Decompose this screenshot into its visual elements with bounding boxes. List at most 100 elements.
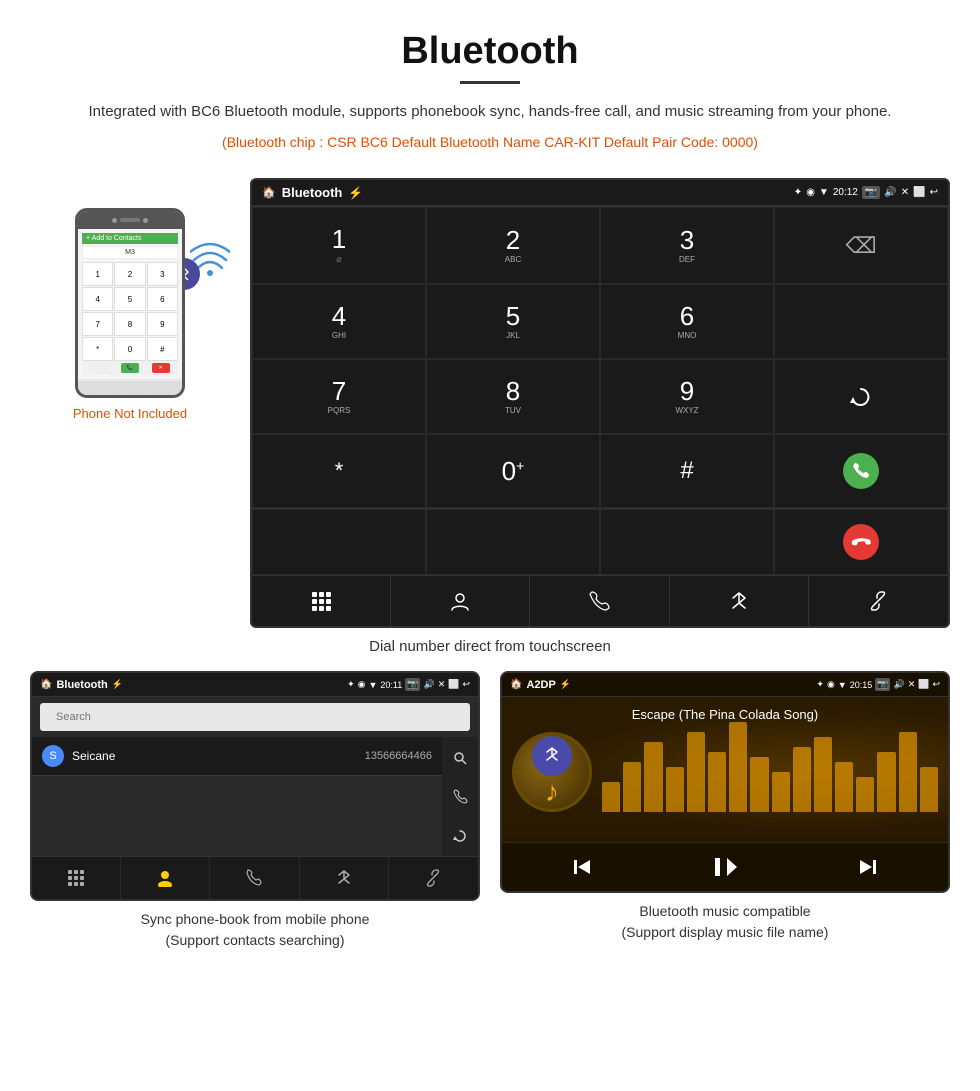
bottom-panels: 🏠 Bluetooth ⚡ ✦ ◉ ▼ 20:11 📷 🔊 ✕ ⬜ ↩	[0, 671, 980, 951]
pb-phone-icon	[245, 869, 263, 887]
eq-bar	[708, 752, 726, 812]
music-home-icon: 🏠	[510, 679, 522, 690]
dial-status-right: ✦ ◉ ▼ 20:12 📷 🔊 ✕ ⬜ ↩	[794, 186, 938, 199]
eq-bar	[644, 742, 662, 812]
dial-key-0[interactable]: 0+	[426, 434, 600, 508]
dial-key-5[interactable]: 5 JKL	[426, 284, 600, 359]
eq-bar	[750, 757, 768, 812]
phone-icon[interactable]	[530, 576, 669, 626]
dial-key-1[interactable]: 1 ⌀	[252, 207, 426, 284]
phone-dial-grid: 123 456 789 *0#	[82, 262, 178, 361]
pb-loc-icon: ◉	[358, 679, 366, 690]
music-panel: 🏠 A2DP ⚡ ✦ ◉ ▼ 20:15 📷 🔊 ✕ ⬜ ↩	[500, 671, 950, 951]
link-icon[interactable]	[809, 576, 948, 626]
music-back-icon: ↩	[932, 679, 940, 690]
dial-key-star[interactable]: *	[252, 434, 426, 508]
pb-bt-btn[interactable]	[300, 857, 389, 899]
phone-screen-header: + Add to Contacts	[82, 233, 178, 244]
refresh-side-icon	[452, 828, 468, 844]
pb-phone-side-icon[interactable]	[452, 789, 468, 805]
dial-status-bar: 🏠 Bluetooth ⚡ ✦ ◉ ▼ 20:12 📷 🔊 ✕ ⬜ ↩	[252, 180, 948, 206]
music-controls	[502, 842, 948, 891]
person-icon	[449, 590, 471, 612]
pb-refresh-side-icon[interactable]	[452, 828, 468, 844]
phone-side-icon	[452, 789, 468, 805]
dial-key-4[interactable]: 4 GHI	[252, 284, 426, 359]
dial-key-hash[interactable]: #	[600, 434, 774, 508]
dial-key-call-green[interactable]	[774, 434, 948, 508]
pb-bt-icon	[335, 869, 353, 887]
pb-usb-icon: ⚡	[112, 679, 123, 690]
next-icon	[856, 855, 880, 879]
contact-list: S Seicane 13566664466	[32, 737, 442, 856]
bluetooth-status-icon: ✦	[794, 187, 802, 198]
eq-bar	[835, 762, 853, 812]
eq-bar	[920, 767, 938, 812]
pb-search-side-icon[interactable]	[452, 750, 468, 766]
music-time: 20:15	[850, 680, 873, 690]
pb-link-btn[interactable]	[389, 857, 478, 899]
contact-item[interactable]: S Seicane 13566664466	[32, 737, 442, 776]
phonebook-search-input[interactable]	[48, 707, 462, 727]
song-title: Escape (The Pina Colada Song)	[512, 707, 938, 722]
end-call-icon	[851, 532, 871, 552]
dial-bottom-bar	[252, 575, 948, 626]
music-loc-icon: ◉	[827, 679, 835, 690]
pb-contacts-btn[interactable]	[121, 857, 210, 899]
dial-key-refresh[interactable]	[774, 359, 948, 434]
dial-key-9[interactable]: 9 WXYZ	[600, 359, 774, 434]
phone-home-button	[78, 381, 182, 395]
dial-grid: 1 ⌀ 2 ABC 3 DEF ⌫ 4 GHI 5 JKL	[252, 206, 948, 508]
phonebook-caption: Sync phone-book from mobile phone(Suppor…	[141, 909, 370, 951]
dial-grid-icon[interactable]	[252, 576, 391, 626]
dial-status-left: 🏠 Bluetooth ⚡	[262, 185, 363, 200]
dial-key-6[interactable]: 6 MNO	[600, 284, 774, 359]
location-icon: ◉	[806, 187, 815, 198]
bluetooth-icon[interactable]	[670, 576, 809, 626]
eq-bar	[899, 732, 917, 812]
music-title: A2DP	[526, 679, 555, 691]
pb-time: 20:11	[380, 680, 402, 690]
title-divider	[460, 81, 520, 84]
camera-icon: 📷	[862, 186, 880, 199]
call-green-button[interactable]	[843, 453, 879, 489]
eq-bar	[602, 782, 620, 812]
search-icon	[452, 750, 468, 766]
phonebook-content: S Seicane 13566664466	[32, 737, 478, 856]
music-info: Escape (The Pina Colada Song) ♪	[502, 697, 948, 822]
dial-caption: Dial number direct from touchscreen	[0, 638, 980, 655]
dial-key-8[interactable]: 8 TUV	[426, 359, 600, 434]
music-bt-badge	[532, 736, 572, 776]
pb-link-icon	[424, 869, 442, 887]
next-btn[interactable]	[856, 853, 880, 881]
dial-key-backspace[interactable]: ⌫	[774, 207, 948, 284]
end-call-button[interactable]	[843, 524, 879, 560]
eq-bar	[729, 722, 747, 812]
phonebook-status-bar: 🏠 Bluetooth ⚡ ✦ ◉ ▼ 20:11 📷 🔊 ✕ ⬜ ↩	[32, 673, 478, 697]
equalizer-bars	[602, 732, 938, 812]
contact-number: 13566664466	[365, 750, 432, 762]
pb-phone-btn[interactable]	[210, 857, 299, 899]
prev-btn[interactable]	[570, 853, 594, 881]
pb-bt-icon: ✦	[347, 679, 355, 690]
dial-key-3[interactable]: 3 DEF	[600, 207, 774, 284]
dial-key-end-call[interactable]	[774, 509, 948, 575]
dial-key-7[interactable]: 7 PQRS	[252, 359, 426, 434]
phonebook-bottom-bar	[32, 856, 478, 899]
phone-illustration: + Add to Contacts M3 123 456 789 *0# 📞	[75, 208, 185, 398]
play-pause-btn[interactable]	[711, 853, 739, 881]
phone-icon	[588, 590, 610, 612]
music-body: ♪	[512, 732, 938, 812]
dial-key-2[interactable]: 2 ABC	[426, 207, 600, 284]
pb-keypad-btn[interactable]	[32, 857, 121, 899]
eq-bar	[623, 762, 641, 812]
page-description: Integrated with BC6 Bluetooth module, su…	[60, 100, 920, 124]
music-bluetooth-icon	[542, 746, 562, 766]
music-screen: 🏠 A2DP ⚡ ✦ ◉ ▼ 20:15 📷 🔊 ✕ ⬜ ↩	[500, 671, 950, 893]
dial-time: 20:12	[833, 187, 858, 198]
pb-sig-icon: ▼	[368, 680, 377, 690]
eq-bar	[877, 752, 895, 812]
contact-name: Seicane	[72, 749, 365, 763]
pb-back-icon: ↩	[462, 679, 470, 690]
contacts-icon[interactable]	[391, 576, 530, 626]
